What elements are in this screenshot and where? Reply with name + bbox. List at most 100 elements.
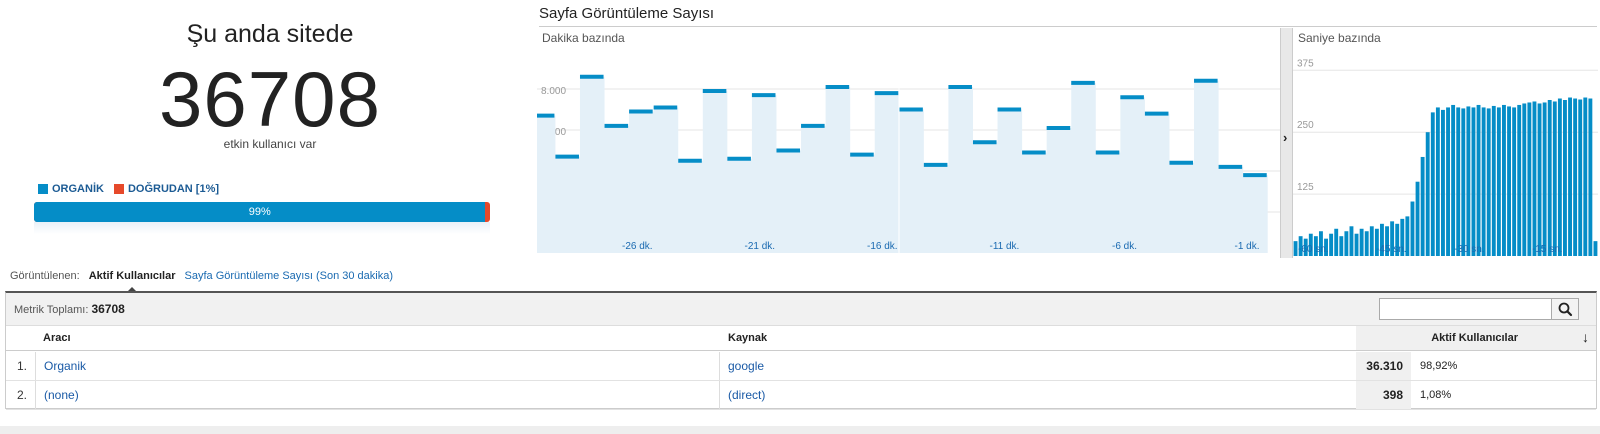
- second-bar: [1329, 233, 1334, 256]
- second-bar: [1364, 231, 1369, 256]
- row-index: 2.: [6, 381, 36, 409]
- second-bar: [1466, 106, 1471, 256]
- second-bar: [1334, 228, 1339, 256]
- traffic-legend: ORGANİK DOĞRUDAN [1%]: [38, 183, 219, 195]
- col-header-active-users-label: Aktif Kullanıcılar: [1431, 332, 1518, 344]
- second-bar: [1552, 101, 1557, 256]
- second-bar: [1496, 107, 1501, 256]
- second-bar: [1456, 107, 1461, 256]
- second-bar: [1435, 107, 1440, 256]
- second-bar: [1593, 241, 1598, 256]
- minute-chart-plot: 2.0004.0006.0008.000-26 dk.-21 dk.-16 dk…: [537, 48, 1280, 253]
- second-x-tick-label: -45 sn.: [1376, 244, 1407, 255]
- row-active-users: 398: [1356, 381, 1411, 409]
- second-bar: [1557, 98, 1562, 256]
- tab-active-users[interactable]: Aktif Kullanıcılar: [89, 270, 176, 293]
- minute-x-tick-label: -21 dk.: [745, 241, 776, 252]
- second-chart[interactable]: 125 250 375 -60 sn. -45 sn. -30 sn. -15 sn. Sa…: [1293, 28, 1598, 258]
- second-bar: [1369, 226, 1374, 256]
- second-bar: [1532, 101, 1537, 256]
- second-x-tick-label: -60 sn.: [1298, 244, 1329, 255]
- legend-swatch-organic: [38, 184, 48, 194]
- minute-chart[interactable]: 2.0004.0006.0008.000-26 dk.-21 dk.-16 dk…: [537, 28, 1280, 258]
- second-bar: [1517, 104, 1522, 256]
- second-bar: [1568, 97, 1572, 257]
- minute-x-tick-label: -1 dk.: [1235, 241, 1260, 252]
- minute-x-tick-label: -26 dk.: [622, 241, 653, 252]
- row-percent: 1,08%: [1420, 389, 1452, 401]
- second-chart-label: Saniye bazında: [1298, 31, 1381, 45]
- col-header-source[interactable]: Kaynak: [728, 332, 767, 344]
- organic-ratio-fill: 99%: [34, 202, 486, 222]
- footer-strip: [0, 426, 1600, 434]
- search-button[interactable]: [1551, 299, 1578, 319]
- sort-descending-icon[interactable]: ↓: [1582, 329, 1589, 345]
- second-chart-plot: 125 250 375 -60 sn. -45 sn. -30 sn. -15 sn.: [1293, 58, 1598, 257]
- minute-x-tick-label: -6 dk.: [1112, 241, 1137, 252]
- view-tabs-label: Görüntülenen:: [10, 270, 80, 282]
- second-bar: [1344, 231, 1349, 256]
- active-users-count: 36708: [159, 55, 381, 143]
- row-medium-link[interactable]: Organik: [44, 352, 86, 380]
- table-header: Aracı Kaynak Aktif Kullanıcılar ↓: [6, 326, 1596, 351]
- minute-y-tick-label: 8.000: [541, 86, 566, 97]
- second-bar: [1588, 98, 1593, 256]
- search-input[interactable]: [1382, 300, 1548, 318]
- col-header-active-users[interactable]: Aktif Kullanıcılar ↓: [1356, 326, 1596, 350]
- table-row: 2. (none) (direct) 398 1,08%: [6, 381, 1596, 410]
- metric-total-label: Metrik Toplamı:: [14, 304, 89, 316]
- second-bar: [1573, 98, 1578, 256]
- row-index: 1.: [6, 352, 36, 380]
- second-bar: [1502, 104, 1506, 256]
- table-row: 1. Organik google 36.310 98,92%: [6, 352, 1596, 381]
- second-bar: [1293, 241, 1298, 256]
- second-bar: [1349, 226, 1354, 256]
- legend-item-direct: DOĞRUDAN [1%]: [113, 183, 219, 195]
- second-bar: [1563, 100, 1567, 256]
- second-x-tick-label: -15 sn.: [1532, 244, 1563, 255]
- metric-total-value: 36708: [91, 302, 125, 316]
- row-source-link[interactable]: (direct): [728, 381, 765, 409]
- row-percent: 98,92%: [1420, 360, 1458, 372]
- second-bar: [1547, 100, 1552, 256]
- second-bar: [1359, 228, 1364, 256]
- second-bar: [1415, 181, 1420, 256]
- tab-pageviews[interactable]: Sayfa Görüntüleme Sayısı (Son 30 dakika): [185, 270, 394, 282]
- second-y-tick-label: 250: [1297, 120, 1314, 131]
- row-active-users: 36.310: [1356, 352, 1411, 380]
- minute-x-tick-label: -11 dk.: [990, 241, 1020, 252]
- second-bar: [1507, 106, 1511, 256]
- second-bar: [1542, 102, 1547, 256]
- legend-swatch-direct: [113, 184, 124, 194]
- second-bar: [1339, 236, 1344, 256]
- table-search: [1379, 298, 1579, 320]
- chart-title-rule: [539, 26, 1597, 27]
- realtime-summary: Şu anda sitede 36708 etkin kullanıcı var…: [0, 0, 520, 250]
- view-tabs: Görüntülenen: Aktif Kullanıcılar Sayfa G…: [10, 270, 394, 293]
- minute-chart-label: Dakika bazında: [542, 31, 625, 45]
- chevron-right-icon[interactable]: ›: [1283, 130, 1287, 145]
- second-bar: [1430, 112, 1435, 256]
- chart-divider[interactable]: ›: [1280, 28, 1293, 258]
- data-table: Metrik Toplamı: 36708 Aracı Kaynak Aktif…: [5, 291, 1597, 410]
- second-bar: [1446, 107, 1450, 256]
- second-bar: [1512, 107, 1517, 256]
- row-medium-link[interactable]: (none): [44, 381, 79, 409]
- second-bar: [1578, 99, 1583, 256]
- minute-area: [537, 76, 1268, 253]
- second-bar: [1425, 132, 1430, 256]
- col-header-medium[interactable]: Aracı: [43, 332, 71, 344]
- second-y-tick-label: 125: [1297, 182, 1314, 193]
- legend-item-organic: ORGANİK: [38, 183, 104, 195]
- row-source-link[interactable]: google: [728, 352, 764, 380]
- second-x-tick-label: -30 sn.: [1454, 244, 1485, 255]
- ratio-bar-reflection: [34, 222, 490, 234]
- summary-headline: Şu anda sitede: [186, 20, 354, 48]
- minute-x-tick-label: -16 dk.: [867, 241, 898, 252]
- column-separator: [719, 352, 720, 380]
- summary-subtitle: etkin kullanıcı var: [223, 137, 317, 151]
- second-bar: [1441, 109, 1445, 257]
- second-bar: [1481, 107, 1486, 256]
- traffic-ratio-bar[interactable]: 99%: [34, 202, 490, 222]
- pageviews-chart-title: Sayfa Görüntüleme Sayısı: [539, 5, 715, 22]
